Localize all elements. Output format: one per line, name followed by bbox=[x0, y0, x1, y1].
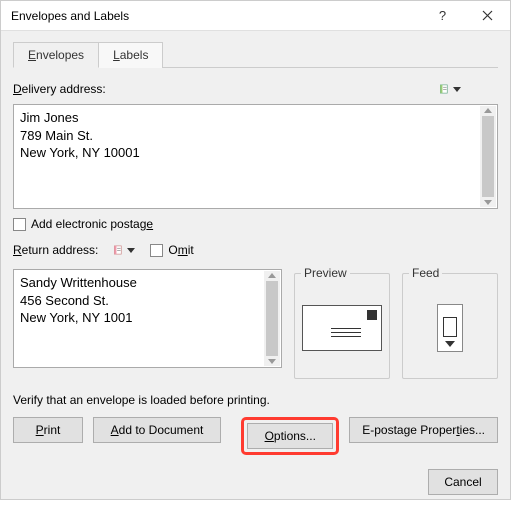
delivery-address-input[interactable] bbox=[14, 105, 497, 205]
print-button[interactable]: Print bbox=[13, 417, 83, 443]
preview-legend: Preview bbox=[301, 266, 350, 280]
return-address-label: Return address: bbox=[13, 243, 98, 257]
verify-text: Verify that an envelope is loaded before… bbox=[13, 393, 498, 407]
chevron-down-icon bbox=[453, 87, 461, 92]
return-address-field-wrap bbox=[13, 269, 282, 368]
feed-group[interactable]: Feed bbox=[402, 273, 498, 379]
omit-checkbox[interactable]: Omit bbox=[150, 243, 193, 257]
feed-legend: Feed bbox=[409, 266, 442, 280]
tab-envelopes[interactable]: Envelopes bbox=[13, 42, 99, 68]
address-book-icon bbox=[439, 81, 450, 97]
delivery-address-field-wrap bbox=[13, 104, 498, 209]
scrollbar[interactable] bbox=[264, 271, 280, 366]
scroll-up-icon bbox=[484, 108, 492, 113]
checkbox-box-icon bbox=[13, 218, 26, 231]
feed-tray-icon bbox=[437, 304, 463, 352]
e-postage-properties-button[interactable]: E-postage Properties... bbox=[349, 417, 498, 443]
chevron-down-icon bbox=[127, 248, 135, 253]
options-button[interactable]: Options... bbox=[247, 423, 333, 449]
add-electronic-postage-label: Add electronic postage bbox=[31, 217, 153, 231]
close-button[interactable] bbox=[465, 1, 510, 31]
scroll-down-icon bbox=[268, 359, 276, 364]
cancel-button[interactable]: Cancel bbox=[428, 469, 498, 495]
help-button[interactable]: ? bbox=[420, 1, 465, 31]
envelope-preview-icon bbox=[302, 305, 382, 351]
scroll-thumb[interactable] bbox=[482, 116, 494, 197]
scroll-up-icon bbox=[268, 273, 276, 278]
add-to-document-button[interactable]: Add to Document bbox=[93, 417, 221, 443]
scroll-down-icon bbox=[484, 200, 492, 205]
dialog-envelopes-labels: Envelopes and Labels ? Envelopes Labels … bbox=[0, 0, 511, 500]
titlebar: Envelopes and Labels ? bbox=[1, 1, 510, 31]
down-arrow-icon bbox=[445, 341, 455, 347]
options-highlight: Options... bbox=[241, 417, 339, 455]
scrollbar[interactable] bbox=[480, 106, 496, 207]
preview-group[interactable]: Preview bbox=[294, 273, 390, 379]
close-icon bbox=[482, 10, 493, 21]
return-address-book-button[interactable] bbox=[106, 239, 142, 261]
checkbox-box-icon bbox=[150, 244, 163, 257]
add-electronic-postage-checkbox[interactable]: Add electronic postage bbox=[13, 217, 498, 231]
delivery-address-label: Delivery address: bbox=[13, 82, 106, 96]
delivery-address-book-button[interactable] bbox=[432, 78, 468, 100]
tab-panel-envelopes: Delivery address: bbox=[13, 67, 498, 455]
return-address-input[interactable] bbox=[14, 270, 281, 364]
tab-labels[interactable]: Labels bbox=[98, 42, 163, 68]
address-book-icon bbox=[113, 242, 124, 258]
scroll-thumb[interactable] bbox=[266, 281, 278, 356]
window-title: Envelopes and Labels bbox=[11, 9, 420, 23]
dialog-content: Envelopes Labels Delivery address: bbox=[1, 31, 510, 459]
omit-label: Omit bbox=[168, 243, 193, 257]
tab-strip: Envelopes Labels bbox=[13, 41, 498, 67]
